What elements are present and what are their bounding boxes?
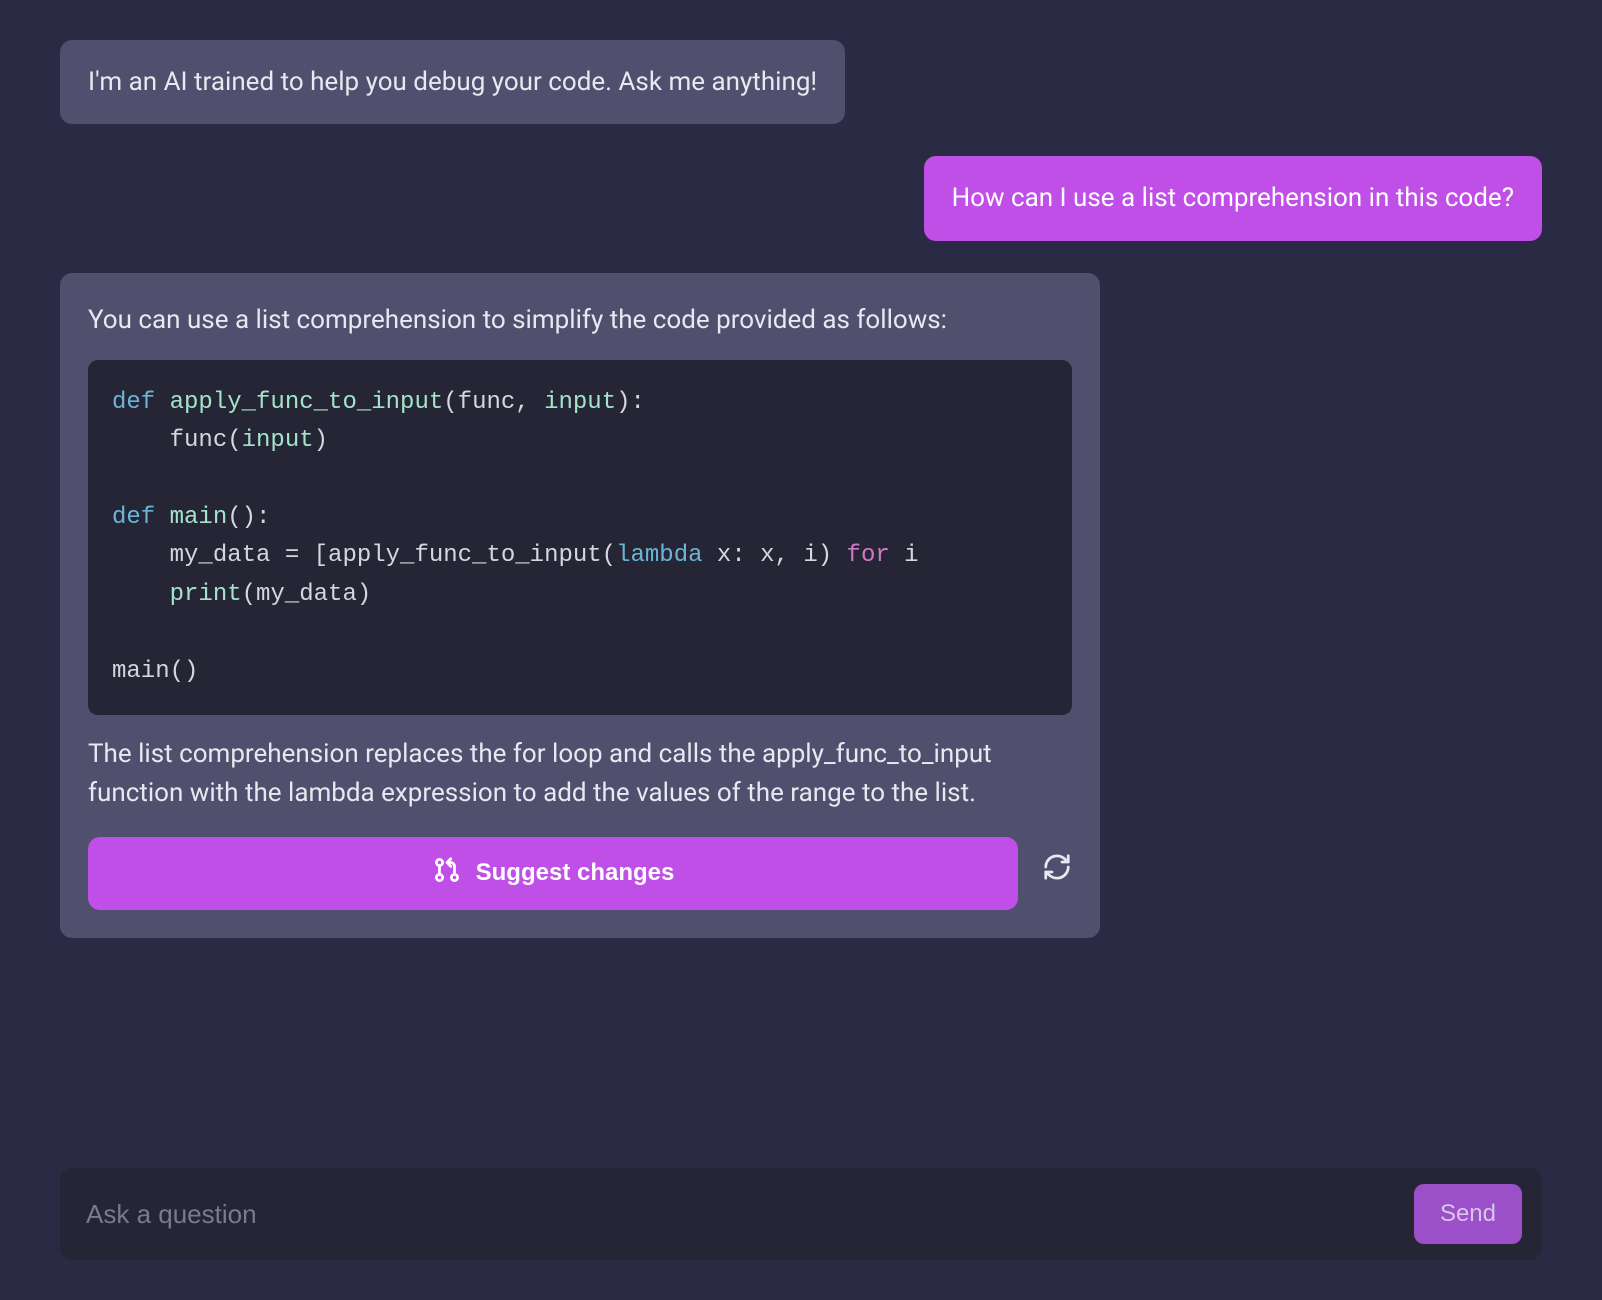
suggest-changes-button[interactable]: Suggest changes bbox=[88, 837, 1018, 910]
bot-message-intro: I'm an AI trained to help you debug your… bbox=[60, 40, 845, 124]
chat-container: I'm an AI trained to help you debug your… bbox=[60, 40, 1542, 1096]
user-message: How can I use a list comprehension in th… bbox=[924, 156, 1542, 240]
refresh-icon bbox=[1042, 852, 1072, 894]
user-message-text: How can I use a list comprehension in th… bbox=[952, 183, 1514, 213]
action-row: Suggest changes bbox=[88, 837, 1072, 910]
input-area: Send bbox=[60, 1168, 1542, 1260]
question-input[interactable] bbox=[80, 1189, 1398, 1240]
code-block[interactable]: def apply_func_to_input(func, input): fu… bbox=[88, 360, 1072, 715]
send-button[interactable]: Send bbox=[1414, 1184, 1522, 1244]
bot-response-intro: You can use a list comprehension to simp… bbox=[88, 301, 1072, 340]
suggest-changes-label: Suggest changes bbox=[476, 859, 675, 887]
bot-message-text: I'm an AI trained to help you debug your… bbox=[88, 67, 817, 97]
bot-response-outro: The list comprehension replaces the for … bbox=[88, 735, 1072, 813]
refresh-button[interactable] bbox=[1042, 852, 1072, 894]
bot-message-response: You can use a list comprehension to simp… bbox=[60, 273, 1100, 938]
pull-request-icon bbox=[432, 855, 462, 892]
send-button-label: Send bbox=[1440, 1200, 1496, 1227]
